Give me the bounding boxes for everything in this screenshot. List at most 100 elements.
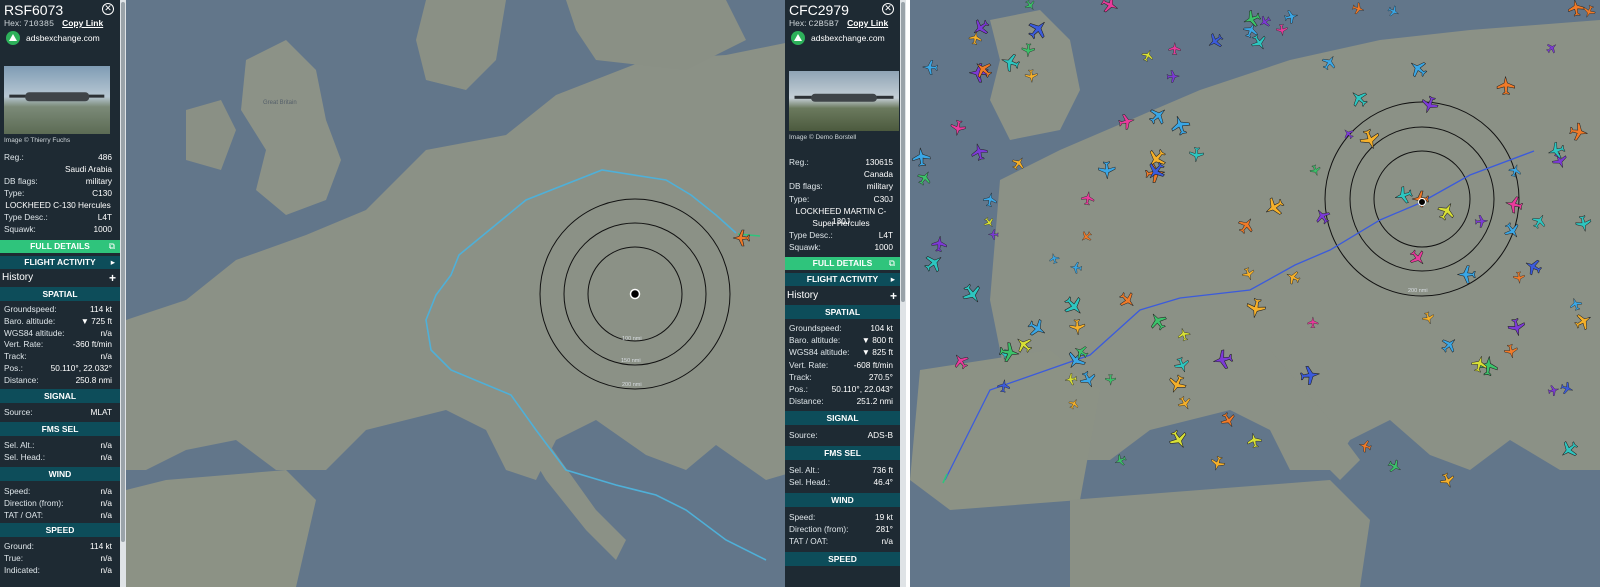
adsbexchange-label: adsbexchange.com	[26, 33, 100, 43]
info-key: Source:	[789, 430, 818, 440]
info-value: 1000	[93, 224, 112, 234]
info-value: n/a	[100, 452, 112, 462]
info-key: Vert. Rate:	[789, 359, 829, 370]
info-key: Reg.:	[789, 157, 809, 167]
info-row: Track: 270.5°	[789, 372, 893, 384]
flight-activity-label: FLIGHT ACTIVITY	[806, 274, 879, 284]
info-key: Squawk:	[789, 242, 821, 253]
section-wind: WIND	[785, 493, 900, 507]
info-key: Ground:	[4, 541, 34, 551]
copy-link[interactable]: Copy Link	[847, 18, 888, 28]
info-key: TAT / OAT:	[789, 536, 829, 546]
map-canvas[interactable]: 200 nmi	[910, 0, 1600, 587]
info-key: True:	[4, 553, 24, 563]
info-value: n/a	[100, 510, 112, 520]
map-view[interactable]: 200 nmi	[910, 0, 1600, 587]
adsbexchange-link[interactable]: adsbexchange.com	[6, 31, 100, 45]
map-label-gb: Great Britain	[263, 100, 297, 106]
scrollbar-thumb[interactable]	[121, 2, 125, 542]
info-key: DB flags:	[4, 176, 38, 186]
flight-activity-button[interactable]: FLIGHT ACTIVITY ▸	[0, 256, 120, 269]
info-row: Squawk: 1000	[789, 242, 893, 254]
panel-scrollbar[interactable]	[900, 0, 906, 587]
info-row: Type: C130	[4, 188, 112, 200]
info-value: -360 ft/min	[72, 339, 112, 350]
external-link-icon: ⧉	[108, 241, 115, 251]
info-row: Reg.: 486	[4, 152, 112, 164]
plus-icon: +	[889, 289, 897, 303]
info-row: Source: MLAT	[4, 407, 112, 419]
info-key: Direction (from):	[789, 524, 849, 534]
section-fms-sel: FMS SEL	[785, 446, 900, 460]
info-key: Baro. altitude:	[4, 315, 56, 326]
info-value: 1000	[874, 242, 893, 253]
info-row: Canada	[789, 169, 893, 181]
info-value: 114 kt	[90, 541, 112, 551]
callsign-title: CFC2979	[789, 2, 849, 18]
info-value: n/a	[881, 536, 893, 546]
info-key: Speed:	[789, 512, 816, 522]
info-row: Baro. altitude: ▼ 800 ft	[789, 335, 893, 347]
full-details-button[interactable]: FULL DETAILS ⧉	[0, 240, 120, 253]
info-value: MLAT	[90, 407, 112, 417]
section-fms-sel: FMS SEL	[0, 422, 120, 436]
image-credit: Image © Demo Borstell	[789, 134, 857, 141]
history-toggle[interactable]: History +	[2, 271, 116, 285]
aircraft-info-panel: RSF6073 ✕ Hex: 710385 Copy Link adsbexchan…	[0, 0, 120, 587]
info-row: WGS84 altitude: n/a	[4, 328, 112, 340]
info-row: Type: C30J	[789, 194, 893, 206]
info-value: military	[85, 176, 112, 186]
copy-link[interactable]: Copy Link	[62, 18, 103, 28]
info-key: Track:	[789, 371, 812, 382]
map-canvas[interactable]: Great Britain 100 nmi 150 nmi 200 nmi	[126, 0, 800, 587]
section-spatial: SPATIAL	[785, 305, 900, 319]
adsbexchange-logo-icon	[6, 31, 20, 45]
info-row: DB flags: military	[4, 176, 112, 188]
info-row: Speed: n/a	[4, 486, 112, 498]
ring-label-200: 200 nmi	[1408, 288, 1428, 294]
adsbexchange-logo-icon	[791, 31, 805, 45]
info-key: Pos.:	[789, 384, 808, 394]
info-value: ▼ 725 ft	[80, 315, 112, 326]
info-row: Type Desc.: L4T	[789, 230, 893, 242]
full-details-button[interactable]: FULL DETAILS ⧉	[785, 257, 900, 270]
info-key: Sel. Alt.:	[4, 440, 35, 450]
info-row: Squawk: 1000	[4, 224, 112, 236]
close-icon[interactable]: ✕	[102, 3, 114, 15]
aircraft-photo[interactable]	[789, 71, 899, 131]
info-row: Groundspeed: 114 kt	[4, 304, 112, 316]
info-value: 250.8 nmi	[75, 374, 112, 385]
info-key: Type Desc.:	[4, 212, 48, 222]
info-value: 486	[98, 152, 112, 162]
ring-label-150: 150 nmi	[621, 358, 641, 364]
info-value: 736 ft	[872, 465, 893, 475]
info-row: Sel. Head.: n/a	[4, 452, 112, 464]
section-signal: SIGNAL	[0, 389, 120, 403]
info-key: Groundspeed:	[4, 304, 57, 314]
info-value: LOCKHEED C-130 Hercules	[5, 200, 111, 210]
info-value: 46.4°	[873, 477, 893, 487]
info-key: Sel. Head.:	[4, 452, 46, 462]
info-key: Distance:	[4, 374, 39, 385]
info-row: Saudi Arabia	[4, 164, 112, 176]
section-spatial: SPATIAL	[0, 287, 120, 301]
history-toggle[interactable]: History +	[787, 289, 897, 303]
info-key: Sel. Head.:	[789, 477, 831, 487]
info-value: n/a	[100, 498, 112, 508]
receiver-marker	[1418, 198, 1426, 206]
map-view[interactable]: Great Britain 100 nmi 150 nmi 200 nmi	[126, 0, 800, 587]
info-value: n/a	[100, 327, 112, 338]
info-value: n/a	[100, 553, 112, 563]
info-key: WGS84 altitude:	[789, 347, 850, 358]
image-credit: Image © Thierry Fuchs	[4, 137, 71, 144]
aircraft-photo[interactable]	[4, 66, 110, 134]
close-icon[interactable]: ✕	[882, 3, 894, 15]
flight-activity-button[interactable]: FLIGHT ACTIVITY ▸	[785, 273, 900, 286]
aircraft-info-panel-right: CFC2979 ✕ Hex: C2B5B7 Copy Link adsbexchan…	[785, 0, 900, 587]
info-key: Indicated:	[4, 565, 40, 575]
info-row: True: n/a	[4, 553, 112, 565]
info-key: Speed:	[4, 486, 31, 496]
scrollbar-thumb[interactable]	[901, 2, 905, 302]
right-tracker-window: CFC2979 ✕ Hex: C2B5B7 Copy Link adsbexchan…	[785, 0, 1600, 587]
adsbexchange-link[interactable]: adsbexchange.com	[791, 31, 885, 45]
